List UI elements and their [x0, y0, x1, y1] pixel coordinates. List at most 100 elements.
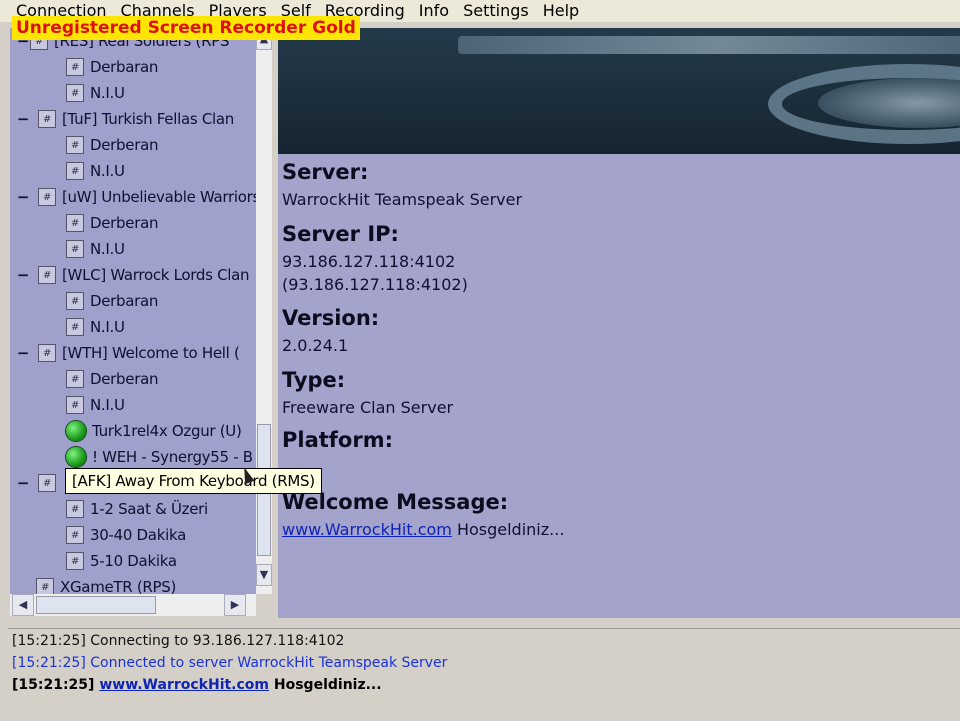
channel-icon — [66, 136, 84, 154]
tree-row-player[interactable]: ! WEH - Synergy55 - B — [66, 444, 253, 470]
welcome-link[interactable]: www.WarrockHit.com — [282, 520, 452, 539]
type-value: Freeware Clan Server — [282, 398, 454, 417]
tree-row-channel[interactable]: XGameTR (RPS) — [36, 574, 176, 594]
subchannel-label: 30-40 Dakika — [90, 526, 186, 544]
tree-row-subchannel[interactable]: N.I.U — [66, 314, 125, 340]
tree-row-subchannel[interactable]: N.I.U — [66, 236, 125, 262]
subchannel-label: Derbaran — [90, 292, 159, 310]
log-time: [15:21:25] — [12, 633, 86, 649]
menu-help[interactable]: Help — [536, 0, 586, 22]
tree-row-channel[interactable]: − [WTH] Welcome to Hell ( — [10, 340, 240, 366]
subchannel-label: 1-2 Saat & Üzeri — [90, 500, 208, 518]
log-link[interactable]: www.WarrockHit.com — [99, 677, 269, 693]
channel-icon — [38, 474, 56, 492]
tree-row-subchannel[interactable]: 30-40 Dakika — [66, 522, 186, 548]
tree-row-subchannel[interactable]: Derberan — [66, 210, 158, 236]
collapse-icon[interactable]: − — [16, 474, 30, 492]
tree-row-channel[interactable]: − [WLC] Warrock Lords Clan — [10, 262, 250, 288]
tooltip: [AFK] Away From Keyboard (RMS) — [65, 468, 322, 494]
scroll-thumb[interactable] — [36, 596, 156, 614]
channel-icon — [66, 214, 84, 232]
menu-settings[interactable]: Settings — [456, 0, 536, 22]
server-label: Server: — [282, 160, 369, 184]
channel-icon — [66, 370, 84, 388]
channel-icon — [66, 552, 84, 570]
channel-icon — [66, 58, 84, 76]
channel-icon — [38, 188, 56, 206]
subchannel-label: Derberan — [90, 370, 159, 388]
recorder-watermark: Unregistered Screen Recorder Gold — [12, 16, 360, 40]
server-ip-label: Server IP: — [282, 222, 399, 246]
subchannel-label: N.I.U — [90, 162, 125, 180]
tree-row-subchannel[interactable]: Derberan — [66, 366, 158, 392]
subchannel-label: Derbaran — [90, 58, 159, 76]
tree-row-channel[interactable]: − [uW] Unbelievable Warriors — [10, 184, 256, 210]
channel-icon — [66, 292, 84, 310]
channel-label: [WLC] Warrock Lords Clan — [62, 266, 250, 284]
tree-row-channel[interactable]: − [TuF] Turkish Fellas Clan — [10, 106, 234, 132]
tree-row-subchannel[interactable]: Derbaran — [66, 288, 158, 314]
channel-icon — [66, 162, 84, 180]
subchannel-label: N.I.U — [90, 240, 125, 258]
subchannel-label: N.I.U — [90, 318, 125, 336]
log-time: [15:21:25] — [12, 655, 86, 671]
subchannel-label: Derberan — [90, 214, 159, 232]
welcome-text: Hosgeldiniz... — [456, 520, 565, 539]
channel-icon — [38, 110, 56, 128]
tree-row-subchannel[interactable]: N.I.U — [66, 158, 125, 184]
collapse-icon[interactable]: − — [16, 266, 30, 284]
collapse-icon[interactable]: − — [16, 344, 30, 362]
log-text: Connecting to 93.186.127.118:4102 — [90, 633, 345, 649]
channel-icon — [38, 344, 56, 362]
log-line: [15:21:25] www.WarrockHit.com Hosgeldini… — [12, 677, 382, 693]
player-label: ! WEH - Synergy55 - B — [92, 448, 253, 466]
server-ip-resolved-value: (93.186.127.118:4102) — [282, 275, 468, 294]
scroll-down-icon[interactable]: ▼ — [256, 564, 272, 586]
welcome-message: www.WarrockHit.com Hosgeldiniz... — [282, 520, 564, 539]
banner-logo — [458, 36, 960, 54]
server-name-value: WarrockHit Teamspeak Server — [282, 190, 523, 209]
log-text: Hosgeldiniz... — [273, 677, 382, 693]
player-label: Turk1rel4x Ozgur (U) — [92, 422, 242, 440]
channel-label: [uW] Unbelievable Warriors — [62, 188, 256, 206]
channel-icon — [66, 500, 84, 518]
tree-row-player[interactable]: Turk1rel4x Ozgur (U) — [66, 418, 242, 444]
channel-tree[interactable]: − [RES] Real Soldiers (RPS Derbaran N.I.… — [10, 28, 256, 594]
channel-label: [TuF] Turkish Fellas Clan — [62, 110, 234, 128]
channel-label: [WTH] Welcome to Hell ( — [62, 344, 240, 362]
server-ip-value: 93.186.127.118:4102 — [282, 252, 456, 271]
player-online-icon — [66, 421, 86, 441]
server-banner — [278, 28, 960, 154]
log-text: Connected to server WarrockHit Teamspeak… — [90, 655, 448, 671]
menu-info[interactable]: Info — [412, 0, 456, 22]
subchannel-label: Derberan — [90, 136, 159, 154]
channel-icon — [36, 578, 54, 594]
channel-icon — [66, 396, 84, 414]
tree-row-channel[interactable]: − — [10, 470, 62, 496]
channel-icon — [66, 240, 84, 258]
tree-row-subchannel[interactable]: N.I.U — [66, 80, 125, 106]
log-panel[interactable]: [15:21:25] Connecting to 93.186.127.118:… — [8, 628, 960, 721]
log-time: [15:21:25] — [12, 677, 95, 693]
tree-row-subchannel[interactable]: Derberan — [66, 132, 158, 158]
version-value: 2.0.24.1 — [282, 336, 349, 355]
scroll-right-icon[interactable]: ▶ — [224, 594, 246, 616]
log-line: [15:21:25] Connected to server WarrockHi… — [12, 655, 447, 671]
channel-icon — [66, 84, 84, 102]
channel-label: XGameTR (RPS) — [60, 578, 177, 594]
subchannel-label: N.I.U — [90, 396, 125, 414]
tree-row-subchannel[interactable]: 1-2 Saat & Üzeri — [66, 496, 208, 522]
tree-vertical-scrollbar[interactable]: ▲ ▼ — [256, 28, 272, 594]
tree-row-subchannel[interactable]: Derbaran — [66, 54, 158, 80]
player-online-icon — [66, 447, 86, 467]
tree-horizontal-scrollbar[interactable]: ◀ ▶ — [10, 594, 256, 616]
channel-icon — [66, 318, 84, 336]
collapse-icon[interactable]: − — [16, 110, 30, 128]
version-label: Version: — [282, 306, 380, 330]
scroll-left-icon[interactable]: ◀ — [12, 594, 34, 616]
collapse-icon[interactable]: − — [16, 188, 30, 206]
tree-row-subchannel[interactable]: 5-10 Dakika — [66, 548, 177, 574]
channel-tree-panel: − [RES] Real Soldiers (RPS Derbaran N.I.… — [10, 28, 272, 620]
tree-row-subchannel[interactable]: N.I.U — [66, 392, 125, 418]
subchannel-label: N.I.U — [90, 84, 125, 102]
